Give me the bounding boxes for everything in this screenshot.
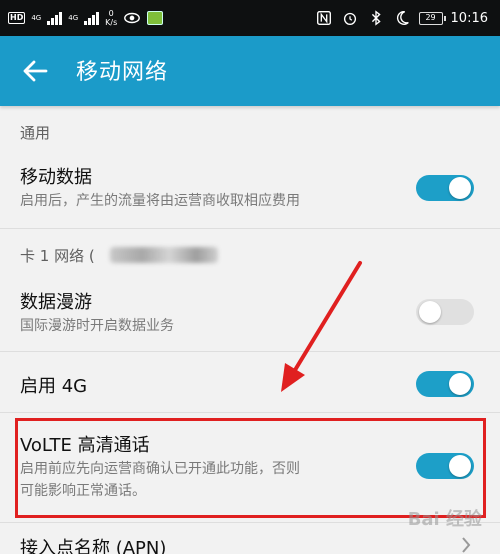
network-speed: 0 K/s	[105, 9, 117, 27]
clock: 10:16	[450, 10, 488, 26]
eye-icon	[124, 12, 141, 24]
app-notification-icon	[147, 11, 164, 25]
toggle-knob	[449, 373, 471, 395]
alarm-icon	[343, 12, 356, 25]
network-type-2: 4G	[68, 14, 78, 22]
toggle-knob	[449, 177, 471, 199]
apn-title: 接入点名称 (APN)	[20, 538, 167, 554]
watermark: Bai 经验	[407, 509, 482, 530]
mobile-data-subtitle: 启用后，产生的流量将由运营商收取相应费用	[20, 193, 300, 209]
redacted-carrier-name	[110, 247, 218, 263]
bluetooth-icon	[371, 10, 381, 26]
battery-icon: 29	[418, 11, 446, 25]
section-header-general: 通用	[20, 124, 51, 142]
mobile-data-toggle[interactable]	[416, 175, 474, 201]
network-type-1: 4G	[31, 14, 41, 22]
data-roaming-title: 数据漫游	[20, 292, 92, 313]
section-header-card1: 卡 1 网络 (	[20, 247, 95, 265]
data-roaming-toggle[interactable]	[416, 299, 474, 325]
mobile-data-title: 移动数据	[20, 167, 92, 188]
speed-unit: K/s	[105, 18, 118, 27]
page-title: 移动网络	[76, 60, 169, 85]
divider	[0, 412, 500, 413]
annotation-highlight-box	[15, 418, 486, 518]
enable-4g-toggle[interactable]	[416, 371, 474, 397]
nfc-icon	[316, 11, 331, 25]
app-bar: 移动网络	[0, 36, 500, 106]
toggle-knob	[419, 301, 441, 323]
speed-value: 0	[108, 9, 114, 18]
back-arrow-icon[interactable]	[20, 56, 50, 86]
moon-icon	[396, 11, 409, 25]
hd-icon: HD	[8, 12, 26, 24]
network-type-1-label: 4G	[31, 14, 42, 22]
signal-icon-1	[47, 11, 63, 25]
status-bar: HD 4G 4G 0 K/s 29 10:16	[0, 0, 500, 36]
divider	[0, 228, 500, 229]
enable-4g-title: 启用 4G	[20, 376, 88, 397]
chevron-right-icon	[462, 537, 471, 553]
network-type-2-label: 4G	[68, 14, 79, 22]
data-roaming-subtitle: 国际漫游时开启数据业务	[20, 318, 174, 334]
divider	[0, 351, 500, 352]
signal-icon-2	[84, 11, 100, 25]
